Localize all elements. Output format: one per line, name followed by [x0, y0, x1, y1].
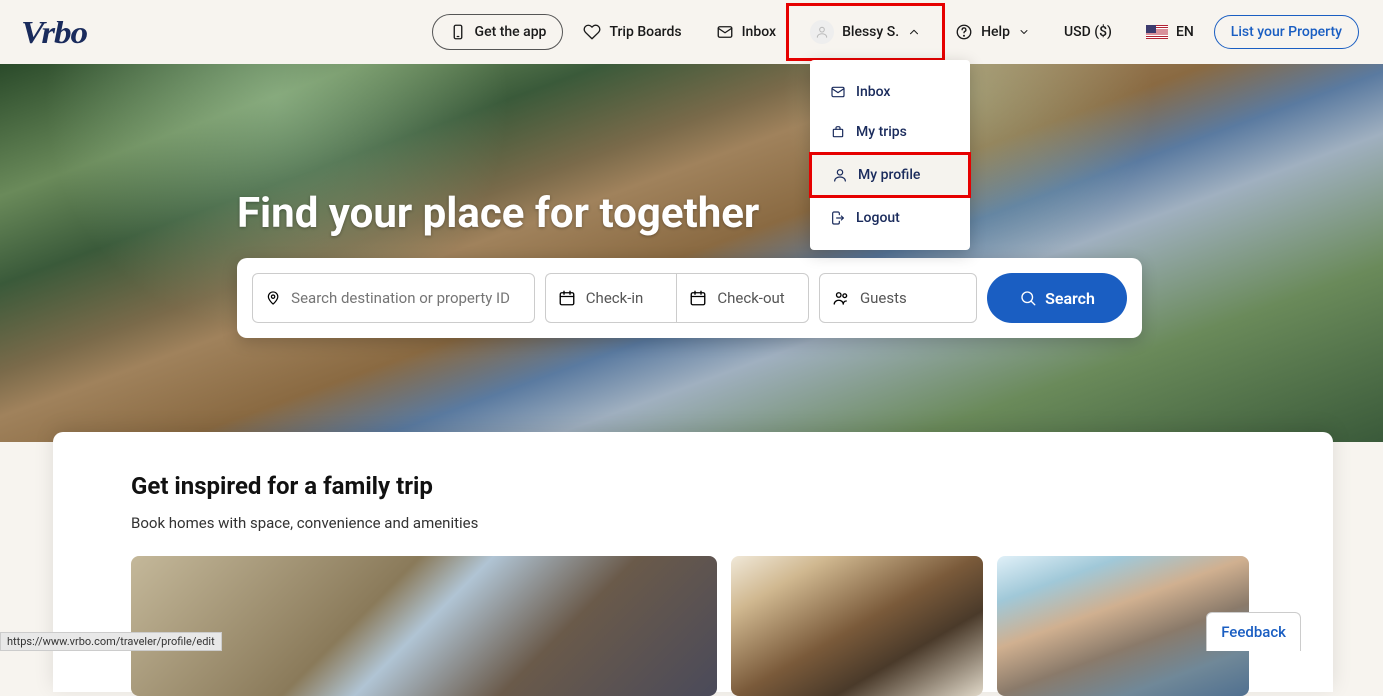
inspire-cards: [131, 556, 1255, 696]
destination-input[interactable]: [291, 289, 522, 307]
feedback-button[interactable]: Feedback: [1206, 612, 1301, 651]
browser-status-bar: https://www.vrbo.com/traveler/profile/ed…: [0, 632, 222, 651]
dropdown-item-my-profile[interactable]: My profile: [809, 152, 971, 198]
avatar-icon: [810, 20, 834, 44]
guests-field[interactable]: Guests: [819, 273, 977, 323]
suitcase-icon: [830, 124, 846, 140]
checkin-field[interactable]: Check-in: [545, 273, 677, 323]
help-button[interactable]: Help: [941, 15, 1044, 49]
search-button-label: Search: [1045, 289, 1095, 308]
header: Vrbo Get the app Trip Boards Inbox Bless…: [0, 0, 1383, 64]
help-label: Help: [981, 24, 1010, 40]
phone-icon: [449, 23, 467, 41]
inspire-card[interactable]: [131, 556, 717, 696]
guests-icon: [832, 289, 850, 307]
list-property-label: List your Property: [1231, 24, 1342, 40]
destination-field[interactable]: [252, 273, 535, 323]
currency-button[interactable]: USD ($): [1050, 16, 1126, 48]
chevron-up-icon: [907, 25, 921, 39]
search-bar: Check-in Check-out Guests Search: [237, 258, 1142, 338]
calendar-icon: [558, 289, 576, 307]
language-button[interactable]: EN: [1132, 16, 1208, 48]
search-icon: [1019, 289, 1037, 307]
trip-boards-button[interactable]: Trip Boards: [569, 15, 695, 49]
help-icon: [955, 23, 973, 41]
language-label: EN: [1176, 24, 1194, 40]
currency-label: USD ($): [1064, 24, 1112, 40]
inspire-card[interactable]: [731, 556, 983, 696]
checkout-label: Check-out: [717, 289, 784, 307]
get-the-app-label: Get the app: [475, 24, 547, 40]
user-name-label: Blessy S.: [842, 24, 899, 40]
list-property-button[interactable]: List your Property: [1214, 15, 1359, 49]
dropdown-label: Inbox: [856, 84, 890, 100]
header-nav: Get the app Trip Boards Inbox Blessy S. …: [432, 12, 1359, 52]
user-menu-button[interactable]: Blessy S.: [796, 12, 935, 52]
get-the-app-button[interactable]: Get the app: [432, 14, 564, 50]
dropdown-label: My profile: [858, 167, 920, 183]
mail-icon: [830, 84, 846, 100]
user-icon: [832, 167, 848, 183]
section-subtitle: Book homes with space, convenience and a…: [131, 514, 1255, 532]
checkout-field[interactable]: Check-out: [676, 273, 809, 323]
dropdown-label: My trips: [856, 124, 907, 140]
inbox-label: Inbox: [742, 24, 776, 40]
search-button[interactable]: Search: [987, 273, 1127, 323]
us-flag-icon: [1146, 25, 1168, 39]
dropdown-item-inbox[interactable]: Inbox: [810, 72, 970, 112]
trip-boards-label: Trip Boards: [609, 24, 681, 40]
logout-icon: [830, 210, 846, 226]
dropdown-label: Logout: [856, 210, 900, 226]
chevron-down-icon: [1018, 26, 1030, 38]
user-dropdown: Inbox My trips My profile Logout: [810, 60, 970, 250]
hero: Find your place for together Check-in Ch…: [0, 64, 1383, 442]
checkin-label: Check-in: [586, 289, 644, 307]
mail-icon: [716, 23, 734, 41]
guests-label: Guests: [860, 289, 907, 307]
section-title: Get inspired for a family trip: [131, 472, 1255, 500]
inspire-section: Get inspired for a family trip Book home…: [53, 432, 1333, 692]
inbox-button[interactable]: Inbox: [702, 15, 790, 49]
pin-icon: [265, 289, 281, 307]
logo[interactable]: Vrbo: [21, 14, 87, 51]
dropdown-item-logout[interactable]: Logout: [810, 198, 970, 238]
calendar-icon: [689, 289, 707, 307]
dropdown-item-my-trips[interactable]: My trips: [810, 112, 970, 152]
heart-icon: [583, 23, 601, 41]
